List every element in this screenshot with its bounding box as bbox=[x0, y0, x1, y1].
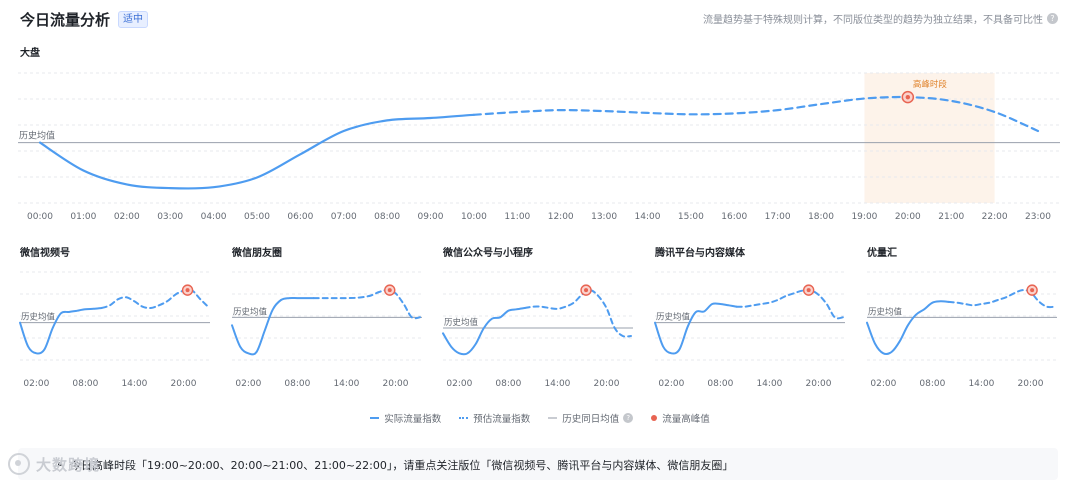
x-tick-label: 08:00 bbox=[72, 379, 98, 389]
x-tick-label: 08:00 bbox=[495, 379, 521, 389]
x-tick-label: 13:00 bbox=[591, 212, 617, 222]
average-label: 历史均值 bbox=[19, 130, 55, 142]
x-tick-label: 05:00 bbox=[244, 212, 270, 222]
x-tick-label: 17:00 bbox=[765, 212, 791, 222]
x-tick-label: 20:00 bbox=[806, 379, 832, 389]
peak-marker-center bbox=[905, 94, 911, 100]
average-label: 历史均值 bbox=[656, 312, 691, 323]
x-tick-label: 02:00 bbox=[870, 379, 896, 389]
x-tick-label: 02:00 bbox=[235, 379, 261, 389]
peak-marker-center bbox=[584, 288, 589, 293]
average-label: 历史均值 bbox=[21, 312, 56, 323]
x-tick-label: 12:00 bbox=[548, 212, 574, 222]
peak-marker-center bbox=[1030, 288, 1035, 293]
x-tick-label: 08:00 bbox=[919, 379, 945, 389]
x-tick-label: 20:00 bbox=[1018, 379, 1044, 389]
x-tick-label: 08:00 bbox=[374, 212, 400, 222]
peak-label: 高峰时段 bbox=[913, 79, 948, 90]
panel-title-0: 微信视频号 bbox=[20, 248, 70, 259]
actual-line bbox=[442, 307, 526, 356]
x-tick-label: 14:00 bbox=[121, 379, 147, 389]
x-tick-label: 21:00 bbox=[938, 212, 964, 222]
x-tick-label: 11:00 bbox=[504, 212, 530, 222]
legend: 实际流量指数 预估流量指数 历史同日均值 ? 流量高峰值 bbox=[0, 411, 1080, 425]
x-tick-label: 02:00 bbox=[446, 379, 472, 389]
legend-item-forecast[interactable]: 预估流量指数 bbox=[459, 411, 530, 425]
main-chart: 历史均值 00:00 01:00 02:00 03:00 04:00 05:00 06:00 0… bbox=[18, 72, 1060, 222]
x-tick-label: 09:00 bbox=[418, 212, 444, 222]
tip-text: 今日高峰时段「19:00~20:00、20:00~21:00、21:00~22:… bbox=[70, 459, 734, 472]
x-tick-label: 16:00 bbox=[721, 212, 747, 222]
logo-icon bbox=[8, 453, 30, 475]
x-tick-label: 14:00 bbox=[333, 379, 359, 389]
peak-marker-center bbox=[806, 288, 811, 293]
x-tick-label: 06:00 bbox=[287, 212, 313, 222]
legend-item-actual[interactable]: 实际流量指数 bbox=[370, 411, 441, 425]
legend-label: 预估流量指数 bbox=[473, 414, 531, 425]
panel-title-3: 腾讯平台与内容媒体 bbox=[655, 248, 745, 259]
x-tick-label: 23:00 bbox=[1025, 212, 1051, 222]
x-tick-label: 20:00 bbox=[594, 379, 620, 389]
legend-label: 实际流量指数 bbox=[384, 414, 442, 425]
x-tick-label: 01:00 bbox=[70, 212, 96, 222]
peak-marker-center bbox=[387, 288, 392, 293]
x-tick-label: 15:00 bbox=[678, 212, 704, 222]
forecast-line bbox=[523, 289, 632, 338]
help-icon[interactable]: ? bbox=[623, 413, 634, 423]
legend-dot-swatch bbox=[651, 415, 658, 421]
x-tick-label: 20:00 bbox=[895, 212, 921, 222]
tip-bar: 今日高峰时段「19:00~20:00、20:00~21:00、21:00~22:… bbox=[18, 448, 1058, 480]
legend-dotted-swatch bbox=[459, 417, 469, 419]
x-tick-label: 07:00 bbox=[331, 212, 357, 222]
x-tick-label: 14:00 bbox=[544, 379, 570, 389]
x-tick-label: 08:00 bbox=[284, 379, 310, 389]
x-tick-label: 02:00 bbox=[658, 379, 684, 389]
peak-marker-center bbox=[185, 288, 190, 293]
x-tick-label: 00:00 bbox=[27, 212, 53, 222]
x-tick-label: 03:00 bbox=[157, 212, 183, 222]
legend-label: 历史同日均值 bbox=[562, 414, 620, 425]
legend-item-average[interactable]: 历史同日均值 ? bbox=[548, 411, 634, 425]
x-tick-label: 02:00 bbox=[23, 379, 49, 389]
x-tick-label: 14:00 bbox=[635, 212, 661, 222]
legend-label: 流量高峰值 bbox=[662, 414, 710, 425]
x-tick-label: 02:00 bbox=[114, 212, 140, 222]
x-tick-label: 20:00 bbox=[171, 379, 197, 389]
actual-line bbox=[654, 302, 738, 355]
x-tick-label: 22:00 bbox=[982, 212, 1008, 222]
peak-band bbox=[864, 73, 995, 203]
x-tick-label: 14:00 bbox=[756, 379, 782, 389]
x-tick-label: 20:00 bbox=[383, 379, 409, 389]
panel-title-1: 微信朋友圈 bbox=[232, 248, 282, 259]
x-tick-label: 04:00 bbox=[201, 212, 227, 222]
average-label: 历史均值 bbox=[233, 306, 268, 317]
x-tick-label: 10:00 bbox=[461, 212, 487, 222]
x-tick-label: 19:00 bbox=[851, 212, 877, 222]
panel-title-2: 微信公众号与小程序 bbox=[443, 248, 533, 259]
average-label: 历史均值 bbox=[444, 317, 479, 328]
forecast-line bbox=[947, 289, 1056, 309]
x-tick-label: 14:00 bbox=[968, 379, 994, 389]
watermark-text: 大数跨境 bbox=[36, 455, 101, 474]
legend-grey-swatch bbox=[548, 417, 558, 419]
legend-solid-swatch bbox=[370, 417, 380, 419]
x-tick-label: 08:00 bbox=[707, 379, 733, 389]
panel-title-4: 优量汇 bbox=[867, 248, 897, 259]
x-tick-label: 18:00 bbox=[808, 212, 834, 222]
average-label: 历史均值 bbox=[868, 306, 903, 317]
legend-item-peak[interactable]: 流量高峰值 bbox=[651, 411, 710, 425]
sub-charts: 历史均值 02:00 08:00 14:00 20:00 历史均值 02:00 08:00 14… bbox=[19, 271, 1057, 389]
watermark-logo: 大数跨境 bbox=[8, 453, 100, 475]
